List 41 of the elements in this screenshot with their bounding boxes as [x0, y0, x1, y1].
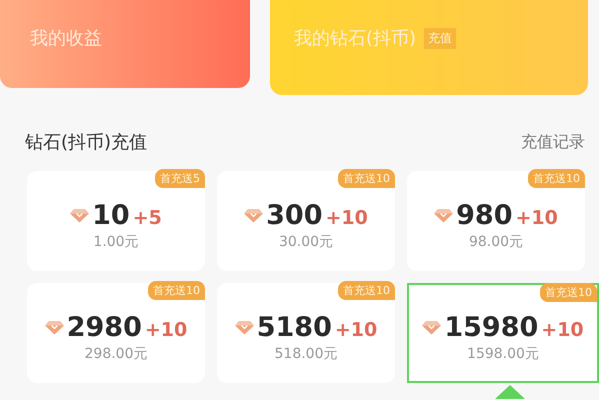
diamond-amount: 15980	[444, 312, 538, 342]
promo-badge: 首充送10	[540, 283, 597, 302]
diamond-icon	[70, 208, 90, 222]
package-card[interactable]: 首充送10 5180+10 518.00元	[217, 283, 395, 383]
diamond-icon	[434, 208, 454, 222]
price: 298.00元	[84, 344, 148, 362]
card-label: 我的收益	[30, 27, 102, 50]
promo-badge: 首充送10	[148, 281, 205, 300]
diamond-icon	[244, 208, 264, 222]
bonus-amount: +10	[326, 207, 368, 229]
card-label: 我的钻石(抖币)	[294, 27, 416, 50]
price: 30.00元	[278, 232, 334, 250]
promo-badge: 首充送10	[338, 169, 395, 188]
package-card[interactable]: 首充送10 980+10 98.00元	[407, 171, 585, 271]
price: 1598.00元	[467, 344, 539, 362]
package-card[interactable]: 首充送5 10+5 1.00元	[27, 171, 205, 271]
diamond-amount: 10	[92, 200, 130, 230]
package-card[interactable]: 首充送10 2980+10 298.00元	[27, 283, 205, 383]
promo-badge: 首充送5	[155, 169, 205, 188]
diamond-amount: 300	[266, 200, 322, 230]
diamond-amount: 2980	[66, 312, 142, 342]
bonus-amount: +5	[132, 207, 162, 229]
bonus-amount: +10	[516, 207, 558, 229]
package-card[interactable]: 首充送10 300+10 30.00元	[217, 171, 395, 271]
diamond-icon	[234, 320, 254, 334]
price: 98.00元	[468, 232, 524, 250]
promo-badge: 首充送10	[338, 281, 395, 300]
diamond-amount: 5180	[256, 312, 332, 342]
promo-badge: 首充送10	[528, 169, 585, 188]
price: 1.00元	[93, 232, 139, 250]
diamond-icon	[44, 320, 64, 334]
bonus-amount: +10	[541, 319, 584, 341]
diamond-amount: 980	[456, 200, 512, 230]
recharge-history-link[interactable]: 充值记录	[521, 132, 585, 152]
price: 518.00元	[274, 344, 338, 362]
section-title: 钻石(抖币)充值	[25, 131, 148, 154]
pointer-arrow	[495, 385, 525, 399]
bonus-amount: +10	[144, 319, 188, 341]
bonus-amount: +10	[334, 319, 378, 341]
package-card[interactable]: 首充送10 15980+10 1598.00元	[407, 283, 599, 383]
diamond-icon	[422, 320, 442, 334]
